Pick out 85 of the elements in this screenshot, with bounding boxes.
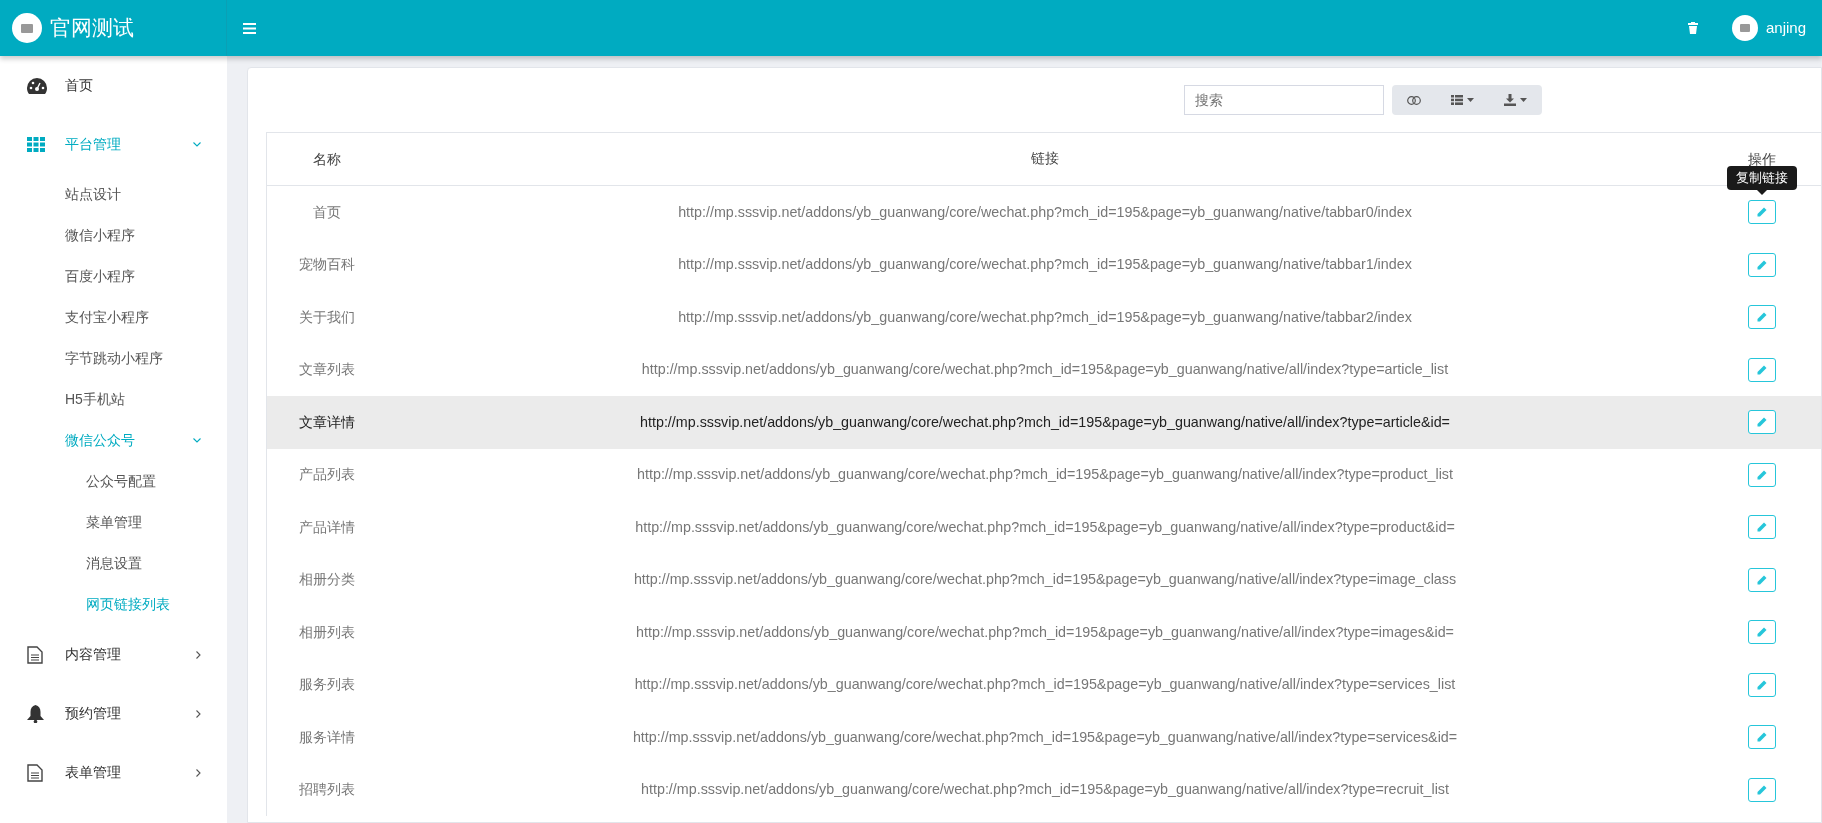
- trash-icon[interactable]: [1687, 22, 1698, 34]
- table-cell: http://mp.sssvip.net/addons/yb_guanwang/core/wechat.php?mch_id=195&page=yb_guanwang/native/tabbar2/index: [678, 308, 1412, 325]
- sidebar-item[interactable]: 表单管理: [0, 743, 227, 802]
- list-icon: [1451, 95, 1463, 105]
- pencil-icon: [1757, 522, 1767, 533]
- edit-button[interactable]: [1748, 200, 1776, 225]
- document-icon: [27, 763, 43, 782]
- table-cell: http://mp.sssvip.net/addons/yb_guanwang/core/wechat.php?mch_id=195&page=yb_guanwang/native/all/index?type=recruit_list: [641, 781, 1449, 798]
- table-cell: 服务列表: [299, 676, 355, 693]
- logo-avatar: [12, 13, 42, 43]
- sidebar-item[interactable]: 消息设置: [0, 543, 227, 584]
- table-cell: 关于我们: [299, 308, 355, 325]
- caret-icon: [1520, 98, 1527, 102]
- pencil-icon: [1757, 469, 1767, 480]
- table-cell: 文章详情: [299, 413, 355, 430]
- sidebar-item[interactable]: 菜单管理: [0, 502, 227, 543]
- table-cell: 宠物百科: [299, 256, 355, 273]
- edit-button[interactable]: [1748, 620, 1776, 645]
- table-cell: 文章列表: [299, 361, 355, 378]
- menu-icon[interactable]: [243, 22, 256, 34]
- sidebar-item[interactable]: 预约管理: [0, 684, 227, 743]
- chevron-right-icon: [196, 768, 201, 777]
- table-cell: http://mp.sssvip.net/addons/yb_guanwang/core/wechat.php?mch_id=195&page=yb_guanwang/native/all/index?type=product&id=: [635, 518, 1455, 535]
- pencil-icon: [1757, 364, 1767, 375]
- edit-button[interactable]: [1748, 777, 1776, 802]
- edit-button[interactable]: [1748, 410, 1776, 435]
- sidebar-item[interactable]: 内容管理: [0, 625, 227, 684]
- user-avatar[interactable]: [1731, 15, 1758, 41]
- caret-icon: [1467, 98, 1474, 102]
- search-field[interactable]: 搜索: [1184, 85, 1384, 115]
- table-cell: http://mp.sssvip.net/addons/yb_guanwang/core/wechat.php?mch_id=195&page=yb_guanwang/native/all/index?type=image_class: [633, 571, 1457, 588]
- table-cell: http://mp.sssvip.net/addons/yb_guanwang/core/wechat.php?mch_id=195&page=yb_guanwang/native/all/index?type=services_list: [634, 676, 1456, 693]
- table-cell: http://mp.sssvip.net/addons/yb_guanwang/core/wechat.php?mch_id=195&page=yb_guanwang/native/all/index?type=article&id=: [640, 413, 1450, 430]
- chevron-down-icon: [193, 438, 201, 443]
- pencil-icon: [1757, 732, 1767, 743]
- pencil-icon: [1757, 784, 1767, 795]
- pencil-icon: [1757, 207, 1767, 218]
- toggle-icon: [1407, 96, 1421, 106]
- pencil-icon: [1757, 627, 1767, 638]
- edit-button[interactable]: [1748, 567, 1776, 592]
- table-cell: 产品详情: [299, 518, 355, 535]
- download-icon: [1504, 94, 1516, 106]
- sidebar-item[interactable]: H5手机站: [0, 379, 227, 420]
- table-cell: 首页: [313, 203, 341, 220]
- edit-button[interactable]: [1748, 357, 1776, 382]
- table-cell: 相册分类: [299, 571, 355, 588]
- sidebar-item[interactable]: 百度小程序: [0, 256, 227, 297]
- edit-button[interactable]: [1748, 305, 1776, 330]
- edit-button[interactable]: [1748, 725, 1776, 750]
- site-title: 官网测试: [50, 15, 134, 42]
- gauge-icon: [27, 77, 47, 94]
- column-header: 链接: [1031, 150, 1059, 167]
- table-cell: 服务详情: [299, 728, 355, 745]
- grid-icon: [27, 137, 45, 152]
- sidebar-item[interactable]: 支付宝小程序: [0, 297, 227, 338]
- edit-button[interactable]: [1748, 462, 1776, 487]
- sidebar-item[interactable]: 首页: [0, 56, 227, 115]
- column-header: 名称: [313, 150, 341, 167]
- chevron-right-icon: [196, 650, 201, 659]
- sidebar-item[interactable]: 站点设计: [0, 174, 227, 215]
- edit-button[interactable]: [1748, 672, 1776, 697]
- table-cell: 产品列表: [299, 466, 355, 483]
- pencil-icon: [1757, 259, 1767, 270]
- pencil-icon: [1757, 312, 1767, 323]
- table-cell: 招聘列表: [299, 781, 355, 798]
- table-cell: http://mp.sssvip.net/addons/yb_guanwang/core/wechat.php?mch_id=195&page=yb_guanwang/native/all/index?type=article_list: [641, 361, 1449, 378]
- edit-button[interactable]: [1748, 252, 1776, 277]
- sidebar-item[interactable]: 微信小程序: [0, 215, 227, 256]
- document-icon: [27, 645, 43, 664]
- table-cell: http://mp.sssvip.net/addons/yb_guanwang/core/wechat.php?mch_id=195&page=yb_guanwang/native/all/index?type=product_list: [637, 466, 1453, 483]
- chevron-down-icon: [193, 142, 201, 147]
- sidebar-item[interactable]: 字节跳动小程序: [0, 338, 227, 379]
- table-cell: http://mp.sssvip.net/addons/yb_guanwang/core/wechat.php?mch_id=195&page=yb_guanwang/native/tabbar0/index: [678, 203, 1412, 220]
- bell-icon: [27, 704, 44, 723]
- pencil-icon: [1757, 574, 1767, 585]
- sidebar-item[interactable]: 公众号配置: [0, 461, 227, 502]
- table-cell: http://mp.sssvip.net/addons/yb_guanwang/core/wechat.php?mch_id=195&page=yb_guanwang/native/tabbar1/index: [678, 256, 1412, 273]
- table-cell: 相册列表: [299, 623, 355, 640]
- table-cell: http://mp.sssvip.net/addons/yb_guanwang/core/wechat.php?mch_id=195&page=yb_guanwang/native/all/index?type=services&id=: [632, 728, 1458, 745]
- column-header: 操作: [1748, 150, 1776, 167]
- edit-button[interactable]: [1748, 515, 1776, 540]
- pencil-icon: [1757, 417, 1767, 428]
- chevron-right-icon: [196, 709, 201, 718]
- pencil-icon: [1757, 679, 1767, 690]
- table-cell: http://mp.sssvip.net/addons/yb_guanwang/core/wechat.php?mch_id=195&page=yb_guanwang/native/all/index?type=images&id=: [636, 623, 1454, 640]
